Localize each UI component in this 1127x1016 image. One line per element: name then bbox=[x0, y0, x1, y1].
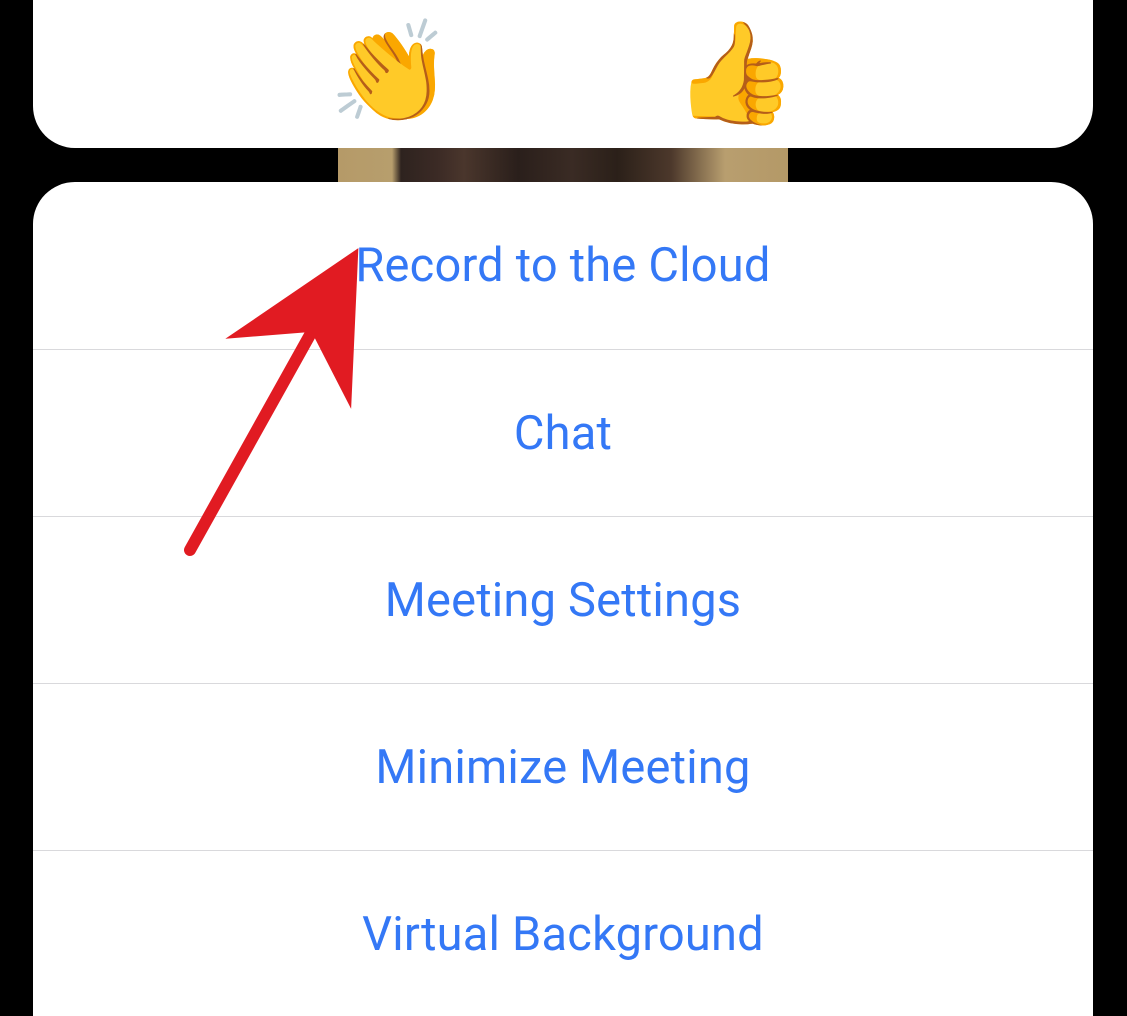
thumbs-up-reaction-button[interactable]: 👍 bbox=[673, 24, 798, 124]
clap-icon: 👏 bbox=[328, 15, 453, 132]
menu-item-virtual-background[interactable]: Virtual Background bbox=[33, 850, 1093, 1016]
thumbs-up-icon: 👍 bbox=[673, 15, 798, 132]
clap-reaction-button[interactable]: 👏 bbox=[328, 24, 453, 124]
menu-item-chat[interactable]: Chat bbox=[33, 349, 1093, 516]
menu-item-label: Record to the Cloud bbox=[355, 238, 770, 293]
menu-item-record-cloud[interactable]: Record to the Cloud bbox=[33, 182, 1093, 349]
video-preview-strip bbox=[338, 145, 788, 185]
menu-item-label: Meeting Settings bbox=[385, 573, 742, 628]
menu-item-label: Minimize Meeting bbox=[375, 740, 750, 795]
menu-item-label: Virtual Background bbox=[362, 907, 764, 962]
menu-item-label: Chat bbox=[514, 406, 612, 461]
menu-item-minimize-meeting[interactable]: Minimize Meeting bbox=[33, 683, 1093, 850]
menu-item-meeting-settings[interactable]: Meeting Settings bbox=[33, 516, 1093, 683]
reactions-card: 👏 👍 bbox=[33, 0, 1093, 148]
more-menu-card: Record to the Cloud Chat Meeting Setting… bbox=[33, 182, 1093, 1016]
